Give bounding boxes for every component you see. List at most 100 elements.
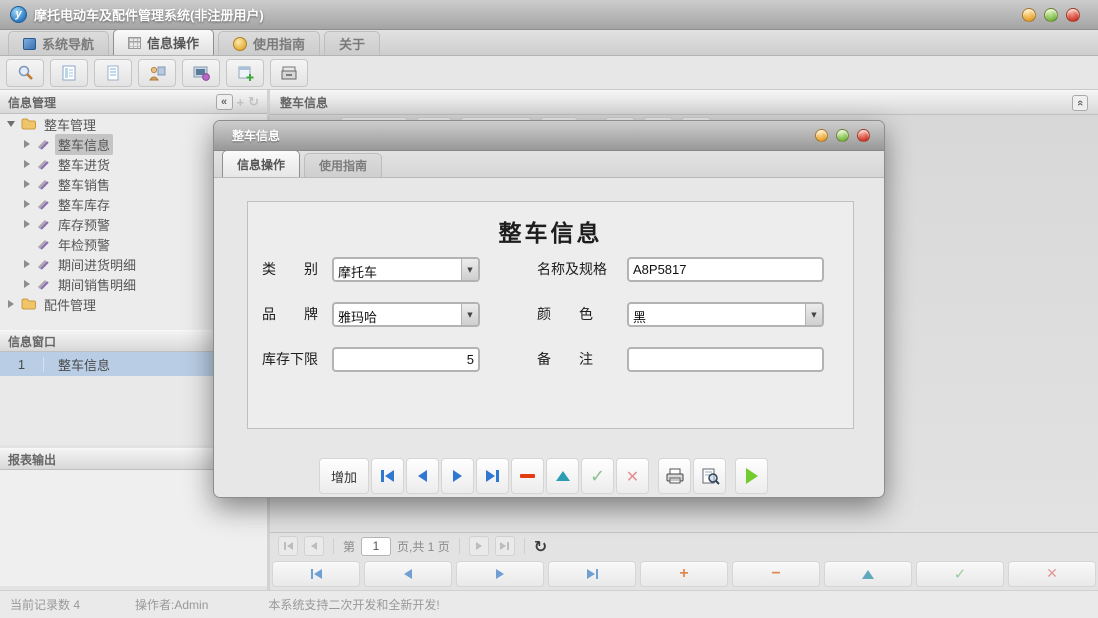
- tree-item-label: 整车进货: [55, 154, 113, 175]
- delete-button[interactable]: [511, 458, 544, 494]
- folder-open-icon: [21, 118, 36, 130]
- cancel-icon: ✕: [1046, 566, 1058, 582]
- add-icon[interactable]: +: [237, 95, 245, 110]
- post-record-button[interactable]: ✓: [916, 561, 1004, 587]
- dialog-title-bar[interactable]: 整车信息: [214, 121, 884, 151]
- brand-select[interactable]: 雅玛哈 ▼: [332, 302, 480, 327]
- edit-icon: [556, 471, 570, 481]
- expand-arrow-icon[interactable]: [22, 280, 32, 288]
- collapse-arrow-icon[interactable]: [6, 121, 16, 127]
- expand-arrow-icon[interactable]: [22, 220, 32, 228]
- edit-record-button[interactable]: [824, 561, 912, 587]
- edit-icon: [862, 570, 874, 579]
- tab-label: 使用指南: [253, 34, 305, 53]
- insert-record-button[interactable]: +: [640, 561, 728, 587]
- user-board-button[interactable]: [138, 59, 176, 87]
- color-label: 颜 色: [537, 302, 625, 328]
- expand-arrow-icon[interactable]: [6, 300, 16, 308]
- dialog-close-button[interactable]: [857, 129, 870, 142]
- dialog-tab-user-guide[interactable]: 使用指南: [304, 153, 382, 177]
- dropdown-button[interactable]: ▼: [461, 304, 478, 325]
- name-spec-field[interactable]: [627, 257, 824, 282]
- color-select[interactable]: 黑 ▼: [627, 302, 824, 327]
- print-preview-button[interactable]: [693, 458, 726, 494]
- tab-info-operation[interactable]: 信息操作: [113, 29, 214, 55]
- folder-icon: [21, 298, 36, 310]
- page-count-label: 页,共 1 页: [397, 538, 450, 555]
- cancel-button[interactable]: ✕: [616, 458, 649, 494]
- nav-last-icon: [486, 470, 495, 482]
- title-bar: y 摩托电动车及配件管理系统(非注册用户): [0, 0, 1098, 30]
- first-page-button[interactable]: [278, 536, 298, 556]
- expand-arrow-icon[interactable]: [22, 180, 32, 188]
- document-button[interactable]: [94, 59, 132, 87]
- expand-arrow-icon[interactable]: [22, 200, 32, 208]
- category-label: 类 别: [262, 257, 340, 283]
- nav-last-button[interactable]: [476, 458, 509, 494]
- page-number-input[interactable]: [361, 537, 391, 556]
- status-note: 本系统支持二次开发和全新开发!: [268, 596, 439, 613]
- tab-about[interactable]: 关于: [324, 31, 380, 55]
- nav-prev-button[interactable]: [406, 458, 439, 494]
- last-page-button[interactable]: [495, 536, 515, 556]
- expand-arrow-icon[interactable]: [22, 260, 32, 268]
- expand-arrow-icon[interactable]: [22, 160, 32, 168]
- stock-min-input[interactable]: [334, 349, 478, 370]
- print-button[interactable]: [658, 458, 691, 494]
- refresh-icon[interactable]: ↻: [534, 537, 547, 556]
- close-button[interactable]: [1066, 8, 1080, 22]
- category-select[interactable]: 摩托车 ▼: [332, 257, 480, 282]
- execute-button[interactable]: [735, 458, 768, 494]
- archive-button[interactable]: [270, 59, 308, 87]
- nav-prev-button[interactable]: [364, 561, 452, 587]
- dialog-maximize-button[interactable]: [836, 129, 849, 142]
- form-view-button[interactable]: [50, 59, 88, 87]
- next-page-button[interactable]: [469, 536, 489, 556]
- post-button[interactable]: ✓: [581, 458, 614, 494]
- dropdown-button[interactable]: ▼: [461, 259, 478, 280]
- stock-min-field[interactable]: [332, 347, 480, 372]
- refresh-icon[interactable]: ↻: [248, 94, 259, 110]
- remark-input[interactable]: [629, 349, 822, 370]
- tree-item-label: 整车库存: [55, 194, 113, 215]
- nav-next-button[interactable]: [441, 458, 474, 494]
- info-window-title: 信息窗口: [8, 333, 56, 350]
- form-heading: 整车信息: [248, 214, 853, 248]
- nav-next-button[interactable]: [456, 561, 544, 587]
- remark-field[interactable]: [627, 347, 824, 372]
- dialog-minimize-button[interactable]: [815, 129, 828, 142]
- minimize-button[interactable]: [1022, 8, 1036, 22]
- name-spec-input[interactable]: [629, 259, 822, 280]
- tab-system-nav[interactable]: 系统导航: [8, 31, 109, 55]
- monitor-globe-icon: [192, 64, 211, 82]
- window-title: 摩托电动车及配件管理系统(非注册用户): [34, 5, 264, 24]
- print-icon: [665, 467, 685, 485]
- collapse-panel-button[interactable]: «: [216, 94, 233, 110]
- dialog-tab-info-operation[interactable]: 信息操作: [222, 150, 300, 177]
- dropdown-button[interactable]: ▼: [805, 304, 822, 325]
- tool-icon: [37, 218, 50, 231]
- monitor-globe-button[interactable]: [182, 59, 220, 87]
- help-coin-icon: [233, 37, 247, 51]
- tool-icon: [37, 238, 50, 251]
- category-value: 摩托车: [334, 259, 461, 280]
- tab-user-guide[interactable]: 使用指南: [218, 31, 320, 55]
- collapse-up-button[interactable]: «: [1072, 95, 1088, 111]
- prev-page-button[interactable]: [304, 536, 324, 556]
- tree-item-label: 整车信息: [55, 134, 113, 155]
- add-button[interactable]: 增加: [319, 458, 369, 494]
- cancel-record-button[interactable]: ✕: [1008, 561, 1096, 587]
- row-index: 1: [0, 357, 44, 372]
- nav-first-button[interactable]: [371, 458, 404, 494]
- window-add-button[interactable]: [226, 59, 264, 87]
- tree-item-label: 期间进货明细: [55, 254, 139, 275]
- nav-last-button[interactable]: [548, 561, 636, 587]
- nav-prev-icon: [404, 569, 412, 579]
- nav-first-button[interactable]: [272, 561, 360, 587]
- delete-record-button[interactable]: −: [732, 561, 820, 587]
- maximize-button[interactable]: [1044, 8, 1058, 22]
- edit-button[interactable]: [546, 458, 579, 494]
- expand-arrow-icon[interactable]: [22, 140, 32, 148]
- search-browse-button[interactable]: [6, 59, 44, 87]
- tree-item-label: 年检预警: [55, 234, 113, 255]
